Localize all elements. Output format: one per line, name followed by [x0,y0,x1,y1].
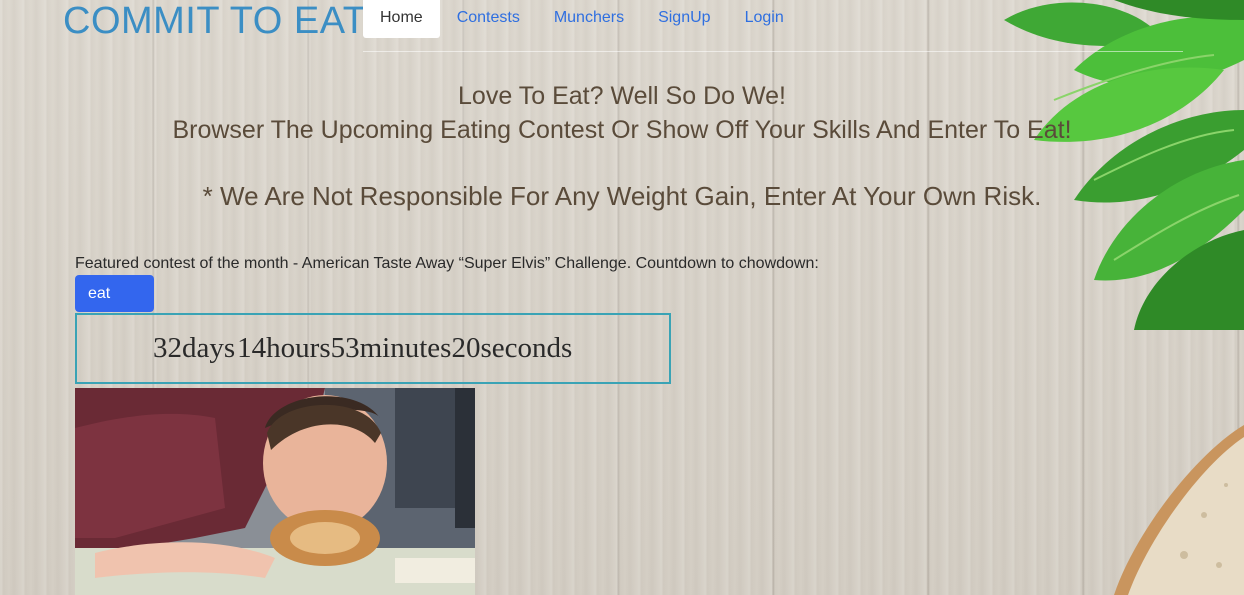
countdown-timer: 32days 14hours 53minutes 20seconds [75,313,671,384]
nav-signup[interactable]: SignUp [641,0,727,38]
hero-line-1: Love To Eat? Well So Do We! [458,82,786,110]
hero-line-2: Browser The Upcoming Eating Contest Or S… [172,116,1072,144]
nav-home[interactable]: Home [363,0,440,38]
countdown-seconds: 20seconds [451,332,573,364]
bread-decoration [1114,425,1244,595]
hero-disclaimer: * We Are Not Responsible For Any Weight … [0,179,1244,213]
leaves-decoration [1004,0,1244,330]
featured-contest-text: Featured contest of the month - American… [75,255,819,272]
eater-image [75,388,475,595]
brand-logo[interactable]: COMMIT TO EAT [63,0,367,42]
nav-divider [363,51,1183,52]
eat-button[interactable]: eat [75,275,154,312]
hero-intro: Love To Eat? Well So Do We! Browser The … [0,79,1244,147]
nav-login[interactable]: Login [728,0,801,38]
countdown-hours: 14hours [237,332,331,364]
nav-munchers[interactable]: Munchers [537,0,641,38]
countdown-days: 32days [153,332,236,364]
main-nav: Home Contests Munchers SignUp Login [363,0,801,38]
contest-photo [75,388,475,595]
disclaimer-text: * We Are Not Responsible For Any Weight … [202,181,1042,211]
nav-contests[interactable]: Contests [440,0,537,38]
countdown-minutes: 53minutes [330,332,452,364]
